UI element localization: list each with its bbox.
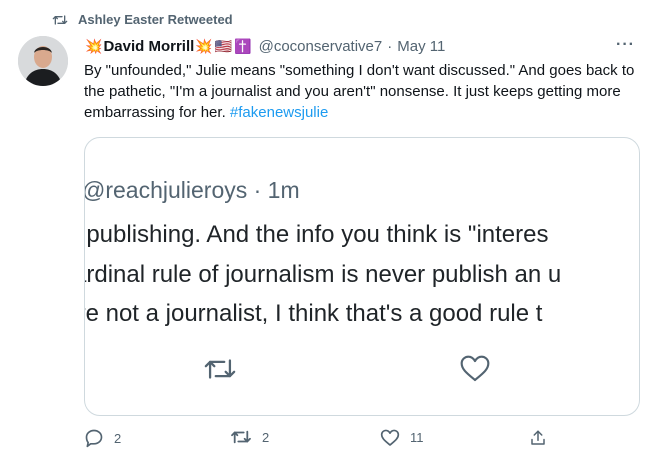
media-screenshot: @reachjulieroys · 1m ; publishing. And t… — [85, 138, 639, 415]
separator-dot: · — [387, 37, 393, 55]
more-icon[interactable]: ··· — [616, 36, 635, 54]
tweet-actions: 2 2 11 — [84, 428, 554, 452]
tweet-text-main: By "unfounded," Julie means "something I… — [84, 62, 635, 121]
like-button[interactable]: 11 — [380, 428, 424, 447]
reply-button[interactable]: 2 — [84, 428, 121, 448]
media-header: @reachjulieroys · 1m — [85, 177, 300, 203]
retweet-icon — [52, 13, 68, 27]
collision-emoji: 💥 — [85, 38, 103, 54]
retweet-icon — [203, 354, 237, 389]
us-flag-emoji: 🇺🇸 — [214, 38, 233, 54]
tweet-date[interactable]: May 11 — [397, 38, 445, 55]
like-count: 11 — [410, 430, 424, 445]
reply-icon — [84, 428, 104, 448]
retweet-button[interactable]: 2 — [230, 428, 269, 446]
retweeted-by-text: Ashley Easter Retweeted — [78, 12, 233, 27]
heart-icon — [459, 353, 491, 388]
collision-emoji: 💥 — [195, 38, 213, 54]
retweet-icon — [230, 428, 252, 446]
share-icon — [529, 428, 547, 448]
heart-icon — [380, 428, 400, 447]
media-text-line: ardinal rule of journalism is never publ… — [85, 261, 562, 288]
share-button[interactable] — [529, 428, 547, 448]
latin-cross-emoji: ✝️ — [234, 38, 252, 54]
retweet-banner[interactable]: Ashley Easter Retweeted — [52, 12, 233, 27]
author-name[interactable]: David Morrill — [103, 38, 194, 55]
author-handle[interactable]: @coconservative7 — [259, 38, 383, 55]
tweet-header: 💥 David Morrill 💥 🇺🇸 ✝️ @coconservative7… — [84, 36, 633, 56]
tweet-text: By "unfounded," Julie means "something I… — [84, 60, 639, 123]
avatar[interactable] — [18, 36, 68, 86]
retweet-count: 2 — [262, 429, 270, 445]
tweet-media[interactable]: @reachjulieroys · 1m ; publishing. And t… — [84, 137, 640, 416]
reply-count: 2 — [114, 430, 122, 446]
media-text-line: 're not a journalist, I think that's a g… — [85, 300, 543, 327]
hashtag-link[interactable]: #fakenewsjulie — [230, 104, 328, 121]
media-text-line: ; publishing. And the info you think is … — [85, 221, 549, 248]
